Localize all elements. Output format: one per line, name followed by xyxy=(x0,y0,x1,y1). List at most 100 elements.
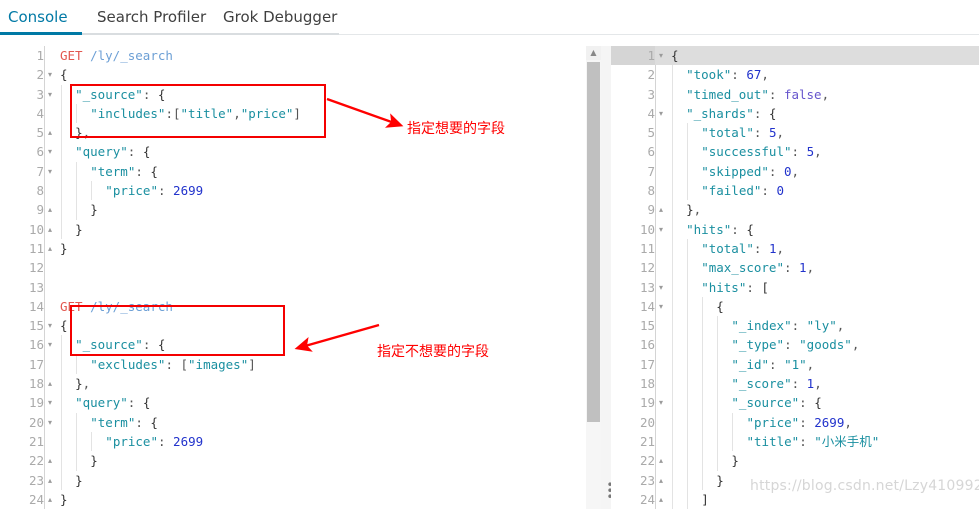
code-line[interactable]: 6 "successful": 5, xyxy=(611,142,979,162)
indent-guide xyxy=(702,431,704,452)
fold-collapse-icon[interactable]: ▾ xyxy=(656,393,666,412)
code-line[interactable]: 8 "price": 2699 xyxy=(0,181,586,201)
fold-collapse-icon[interactable]: ▾ xyxy=(45,142,55,161)
indent-guide xyxy=(687,393,689,413)
fold-expand-icon[interactable]: ▴ xyxy=(656,490,666,509)
code-line[interactable]: 23 ▴} xyxy=(0,470,586,490)
fold-expand-icon[interactable]: ▴ xyxy=(45,374,55,393)
code-line[interactable]: 16 "_type": "goods", xyxy=(611,335,979,355)
code-line[interactable]: 12 "max_score": 1, xyxy=(611,258,979,278)
code-line[interactable]: 14 GET /ly/_search xyxy=(0,297,586,316)
code-line[interactable]: 7 ▾ "term": { xyxy=(0,161,586,182)
code-line[interactable]: 19 ▾ "query": { xyxy=(0,393,586,413)
code-line[interactable]: 17 "excludes": ["images"] xyxy=(0,354,586,375)
fold-collapse-icon[interactable]: ▾ xyxy=(656,104,666,123)
tab-grok-debugger[interactable]: Grok Debugger xyxy=(221,0,339,34)
fold-collapse-icon[interactable]: ▾ xyxy=(45,335,55,354)
code-line[interactable]: 2 ▾ { xyxy=(0,65,586,84)
indent-guide xyxy=(61,451,62,471)
code-line[interactable]: 18 ▴}, xyxy=(0,374,586,394)
indent-guide xyxy=(687,161,689,182)
fold-expand-icon[interactable]: ▴ xyxy=(656,471,666,490)
code-line[interactable]: 18 "_score": 1, xyxy=(611,374,979,394)
code-line[interactable]: 13 ▾ "hits": [ xyxy=(611,277,979,297)
fold-collapse-icon[interactable]: ▾ xyxy=(656,278,666,297)
indent-guide xyxy=(76,103,78,124)
fold-expand-icon[interactable]: ▴ xyxy=(656,451,666,470)
token-punc: : xyxy=(761,183,777,199)
fold-expand-icon[interactable]: ▴ xyxy=(45,471,55,490)
console-response-editor[interactable]: 1 ▾{2 "took": 67, 3 "timed_out": false, 4 ▾ "_s… xyxy=(611,46,979,509)
code-line[interactable]: 4 ▾ "_shards": { xyxy=(611,103,979,124)
scroll-up-icon[interactable]: ▲ xyxy=(586,46,601,60)
token-url: /ly/_search xyxy=(90,298,173,314)
code-line[interactable]: 8 "failed": 0 xyxy=(611,181,979,201)
tab-console[interactable]: Console xyxy=(6,0,70,34)
code-line[interactable]: 12 xyxy=(0,258,586,277)
fold-collapse-icon[interactable]: ▾ xyxy=(45,85,55,104)
code-line[interactable]: 11 ▴} xyxy=(0,239,586,258)
code-line[interactable]: 22 ▴} xyxy=(611,451,979,471)
code-line[interactable]: 3 "timed_out": false, xyxy=(611,84,979,104)
code-line[interactable]: 9 ▴} xyxy=(0,200,586,220)
fold-collapse-icon[interactable]: ▾ xyxy=(45,65,55,84)
code-line[interactable]: 1 GET /ly/_search xyxy=(0,46,586,65)
code-line[interactable]: 10 ▴} xyxy=(0,219,586,239)
code-text: } xyxy=(731,451,739,470)
code-line[interactable]: 20 ▾ "term": { xyxy=(0,412,586,432)
code-line[interactable]: 2 "took": 67, xyxy=(611,65,979,85)
fold-collapse-icon[interactable]: ▾ xyxy=(656,46,666,65)
line-number: 5 xyxy=(36,125,44,141)
fold-expand-icon[interactable]: ▴ xyxy=(656,200,666,219)
code-line[interactable]: 21 "title": "小米手机" xyxy=(611,431,979,452)
code-line[interactable]: 20 "price": 2699, xyxy=(611,412,979,432)
code-line[interactable]: 6 ▾ "query": { xyxy=(0,142,586,162)
fold-expand-icon[interactable]: ▴ xyxy=(45,220,55,239)
code-line[interactable]: 14 ▾ { xyxy=(611,296,979,317)
fold-collapse-icon[interactable]: ▾ xyxy=(45,413,55,432)
token-brace: { xyxy=(142,395,151,411)
code-line[interactable]: 15 "_index": "ly", xyxy=(611,316,979,336)
fold-collapse-icon[interactable]: ▾ xyxy=(45,162,55,181)
indent-guide xyxy=(61,374,62,394)
console-request-editor[interactable]: 1 GET /ly/_search 2 ▾{3 ▾ "_source": {4 "inclu… xyxy=(0,46,586,509)
code-line[interactable]: 15 ▾ { xyxy=(0,316,586,335)
code-line[interactable]: 24 ▴} xyxy=(0,490,586,509)
fold-collapse-icon[interactable]: ▾ xyxy=(45,393,55,412)
fold-collapse-icon[interactable]: ▾ xyxy=(656,297,666,316)
request-editor-scrollbar[interactable]: ▲ xyxy=(586,46,601,509)
code-line[interactable]: 17 "_id": "1", xyxy=(611,354,979,375)
fold-collapse-icon[interactable]: ▾ xyxy=(656,220,666,239)
fold-expand-icon[interactable]: ▴ xyxy=(45,200,55,219)
code-line[interactable]: 16 ▾ "_source": { xyxy=(0,335,586,355)
code-text: "_shards": { xyxy=(686,104,776,123)
code-text: "query": { xyxy=(75,142,150,161)
scrollbar-thumb[interactable] xyxy=(587,62,600,422)
code-line[interactable]: 21 "price": 2699 xyxy=(0,431,586,452)
code-line[interactable]: 5 "total": 5, xyxy=(611,123,979,143)
fold-expand-icon[interactable]: ▴ xyxy=(45,490,55,509)
indent-guide xyxy=(672,103,673,124)
code-line[interactable]: 3 ▾ "_source": { xyxy=(0,84,586,104)
tab-search-profiler[interactable]: Search Profiler xyxy=(95,0,208,34)
code-line[interactable]: 7 "skipped": 0, xyxy=(611,161,979,182)
code-line[interactable]: 10 ▾ "hits": { xyxy=(611,219,979,239)
line-number: 13 xyxy=(639,279,655,295)
code-text: { xyxy=(671,46,679,65)
code-line[interactable]: 1 ▾ { xyxy=(611,46,979,66)
token-punc: , xyxy=(851,337,860,353)
code-line[interactable]: 9 ▴}, xyxy=(611,200,979,220)
fold-expand-icon[interactable]: ▴ xyxy=(45,451,55,470)
indent-guide xyxy=(687,335,689,355)
indent-guide xyxy=(687,123,689,143)
fold-collapse-icon[interactable]: ▾ xyxy=(45,316,55,335)
code-line[interactable]: 13 xyxy=(0,278,586,297)
indent-guide xyxy=(687,238,689,259)
fold-expand-icon[interactable]: ▴ xyxy=(45,123,55,142)
fold-expand-icon[interactable]: ▴ xyxy=(45,239,55,258)
code-line[interactable]: 22 ▴} xyxy=(0,451,586,471)
code-line[interactable]: 11 "total": 1, xyxy=(611,238,979,259)
code-line[interactable]: 19 ▾ "_source": { xyxy=(611,393,979,413)
line-number: 2 xyxy=(36,67,44,83)
